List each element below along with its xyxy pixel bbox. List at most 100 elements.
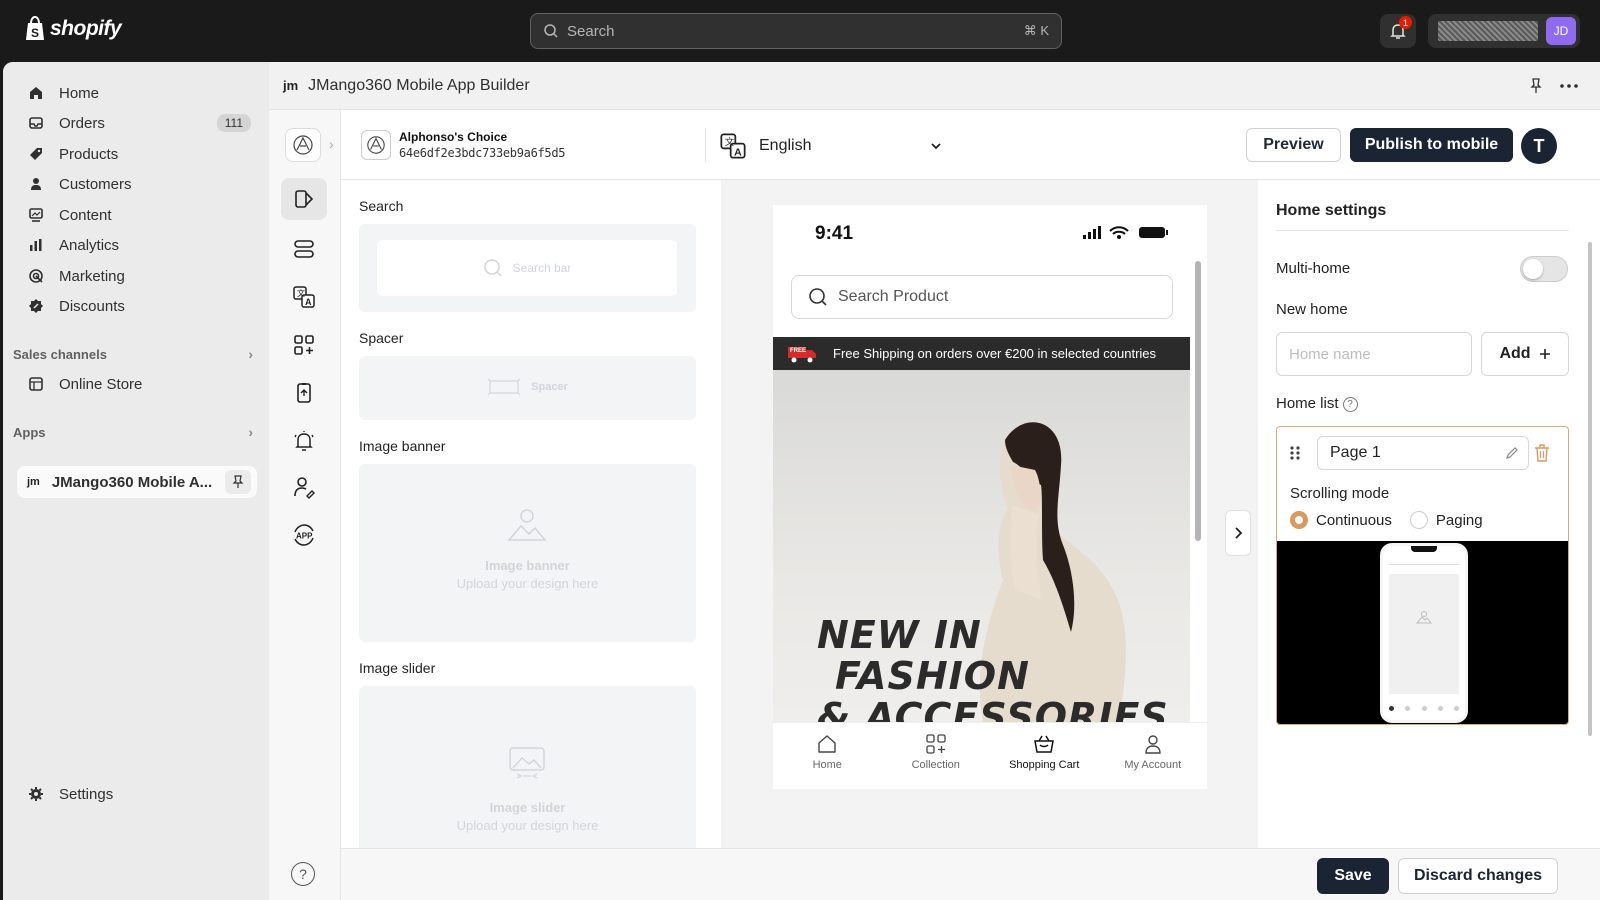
chevron-right-icon: ›	[248, 424, 253, 440]
chevron-down-icon	[931, 143, 942, 150]
free-shipping-truck-icon: FREE	[787, 344, 817, 364]
sidebar-item-home[interactable]: Home	[17, 78, 257, 108]
sidebar-item-marketing[interactable]: Marketing	[17, 261, 257, 291]
expand-chevron-icon[interactable]: ›	[329, 136, 334, 152]
more-options-icon[interactable]	[1560, 83, 1578, 88]
home-name-input[interactable]	[1276, 332, 1472, 376]
rail-account[interactable]	[281, 466, 327, 508]
sidebar-item-orders[interactable]: Orders 111	[17, 108, 257, 138]
spacer-component[interactable]: Spacer	[359, 356, 696, 420]
slider-icon	[509, 747, 545, 779]
bell-ring-icon	[294, 431, 314, 451]
shipping-banner-text: Free Shipping on orders over €200 in sel…	[833, 346, 1157, 361]
radio-continuous[interactable]	[1290, 511, 1308, 529]
rail-notifications[interactable]	[281, 420, 327, 462]
search-bar-caption: Search bar	[512, 261, 572, 275]
hero-line-2: FASHION	[835, 654, 1030, 698]
add-home-button[interactable]: Add	[1481, 332, 1569, 376]
sidebar-item-label: Settings	[59, 785, 114, 803]
multi-home-toggle[interactable]	[1520, 256, 1568, 282]
mini-divider	[1389, 564, 1459, 565]
sidebar-item-label: Orders	[59, 114, 105, 132]
svg-text:S: S	[31, 26, 39, 40]
section-title: Sales channels	[13, 346, 107, 362]
phone-tab-collection[interactable]: Collection	[882, 723, 991, 789]
sales-channels-header[interactable]: Sales channels ›	[13, 346, 253, 362]
sidebar-item-content[interactable]: Content	[17, 200, 257, 230]
phone-scrollbar[interactable]	[1195, 261, 1201, 541]
hero-line-3: & ACCESSORIES	[817, 695, 1169, 723]
hero-banner[interactable]: NEW IN FASHION & ACCESSORIES	[773, 370, 1190, 722]
pin-icon[interactable]	[1530, 77, 1542, 94]
phone-tab-label: Collection	[911, 759, 960, 771]
component-title: Spacer	[359, 330, 404, 346]
footer-actions: Save Discard changes	[341, 848, 1600, 900]
sidebar-item-customers[interactable]: Customers	[17, 169, 257, 199]
shipping-banner[interactable]: FREE Free Shipping on orders over €200 i…	[773, 337, 1190, 370]
pin-icon[interactable]	[225, 470, 251, 494]
grid-plus-icon	[294, 335, 314, 355]
translate-icon: A文	[720, 133, 746, 159]
user-avatar[interactable]: T	[1521, 128, 1557, 164]
sidebar-item-analytics[interactable]: Analytics	[17, 230, 257, 260]
sidebar-item-discounts[interactable]: Discounts	[17, 291, 257, 321]
phone-tab-home[interactable]: Home	[773, 723, 882, 789]
home-list-label: Home list?	[1276, 395, 1358, 412]
notification-badge: 1	[1399, 16, 1412, 29]
rail-layout[interactable]	[281, 228, 327, 270]
sidebar-item-products[interactable]: Products	[17, 139, 257, 169]
question-icon[interactable]: ?	[1342, 396, 1358, 412]
publish-to-mobile-button[interactable]: Publish to mobile	[1350, 128, 1513, 162]
radio-paging[interactable]	[1409, 511, 1428, 529]
toggle-settings-panel-button[interactable]	[1225, 510, 1251, 556]
phone-icon	[297, 383, 311, 403]
rail-theme[interactable]	[281, 178, 327, 220]
orders-count-badge: 111	[216, 114, 251, 132]
rail-app-publish[interactable]: APP	[281, 514, 327, 556]
sidebar-item-settings[interactable]: Settings	[17, 779, 257, 809]
free-badge: FREE	[790, 347, 807, 354]
rail-translate[interactable]: A文	[281, 276, 327, 318]
store-logo	[361, 130, 391, 160]
sidebar-item-label: Analytics	[59, 236, 120, 254]
drag-handle-icon[interactable]	[1289, 445, 1301, 461]
spacer-caption: Spacer	[531, 381, 568, 393]
save-button[interactable]: Save	[1317, 858, 1389, 894]
discard-changes-button[interactable]: Discard changes	[1398, 858, 1558, 894]
apps-header[interactable]: Apps ›	[13, 424, 253, 440]
account-menu[interactable]: JD	[1428, 14, 1580, 48]
section-title: Apps	[13, 424, 46, 440]
sidebar-item-online-store[interactable]: Online Store	[17, 369, 257, 399]
rail-mobile-pages[interactable]	[281, 372, 327, 414]
shopify-logo[interactable]: S shopify	[24, 16, 122, 42]
image-banner-component[interactable]: Image banner Upload your design here	[359, 464, 696, 642]
image-icon	[1416, 611, 1432, 624]
help-icon[interactable]: ?	[291, 862, 315, 886]
notifications-button[interactable]: 1	[1380, 14, 1416, 48]
search-component[interactable]: Search bar	[359, 224, 696, 312]
phone-tab-my-account[interactable]: My Account	[1099, 723, 1208, 789]
preview-button[interactable]: Preview	[1246, 128, 1341, 162]
mini-tabbar	[1389, 706, 1459, 714]
sidebar-item-jmango-app[interactable]: jm JMango360 Mobile A...	[17, 466, 257, 498]
trash-icon[interactable]	[1533, 443, 1551, 463]
image-slider-component[interactable]: Image slider Upload your design here	[359, 686, 696, 848]
sidebar: Home Orders 111 Products Customers Conte…	[3, 62, 269, 900]
rail-add-component[interactable]	[281, 324, 327, 366]
page-name-field[interactable]: Page 1	[1317, 436, 1529, 470]
sidebar-item-label: Marketing	[59, 267, 125, 285]
store-icon	[27, 375, 45, 393]
sidebar-item-label: Online Store	[59, 375, 143, 393]
chevron-right-icon	[1235, 527, 1243, 539]
phone-tab-shopping-cart[interactable]: Shopping Cart	[990, 723, 1099, 789]
page-thumbnail[interactable]	[1277, 541, 1568, 724]
language-select[interactable]: A文 English	[719, 132, 943, 160]
store-logo-button[interactable]	[285, 128, 321, 162]
target-icon	[27, 267, 45, 285]
component-library: Search Search bar Spacer Spacer Image ba…	[341, 180, 713, 848]
global-search[interactable]: Search ⌘ K	[530, 13, 1062, 49]
continuous-label: Continuous	[1316, 511, 1392, 529]
settings-scrollbar[interactable]	[1588, 242, 1592, 736]
phone-search-bar[interactable]: Search Product	[791, 275, 1173, 319]
edit-icon[interactable]	[1504, 445, 1520, 461]
